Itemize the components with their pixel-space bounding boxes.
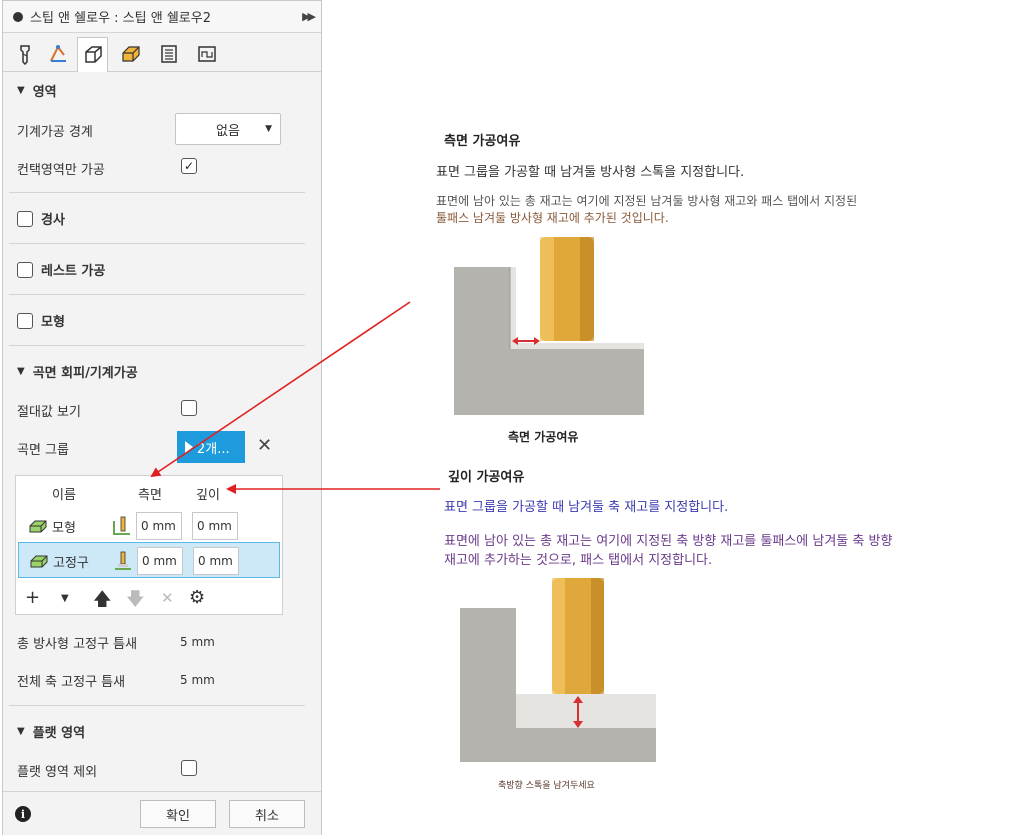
dialog-title: 스팁 앤 쉘로우 : 스팁 앤 쉘로우2 bbox=[30, 11, 211, 26]
radial-help-detail: 표면에 남아 있는 총 재고는 여기에 지정된 남겨둘 방사형 재고와 패스 탭… bbox=[436, 194, 858, 208]
fixture-surface-icon bbox=[30, 555, 48, 568]
geometry-icon bbox=[49, 44, 66, 62]
feeds-icon bbox=[197, 45, 216, 62]
exclude-flat-checkbox[interactable] bbox=[181, 760, 197, 776]
total-radial-clearance-value[interactable]: 5 mm bbox=[180, 635, 215, 649]
table-row[interactable]: 모형 0 mm 0 mm bbox=[18, 508, 280, 544]
add-dropdown-caret-icon[interactable]: ▼ bbox=[61, 593, 69, 604]
contact-only-label: 컨택영역만 가공 bbox=[17, 163, 105, 178]
axial-help-desc: 표면 그룹을 가공할 때 남겨둘 축 재고를 지정합니다. bbox=[444, 500, 729, 515]
cancel-button[interactable]: 취소 bbox=[229, 800, 305, 828]
avoid-surfaces-table: 이름 측면 깊이 모형 0 mm 0 mm 고정구 0 mm 0 mm bbox=[15, 475, 283, 615]
section-slope-header[interactable]: 경사 bbox=[17, 209, 65, 228]
tab-geometry[interactable] bbox=[43, 37, 74, 70]
contact-only-checkbox[interactable]: ✓ bbox=[181, 158, 197, 174]
machining-boundary-value: 없음 bbox=[216, 123, 240, 139]
row-settings-gear-icon[interactable]: ⚙ bbox=[189, 587, 205, 608]
surface-group-label: 곡면 그룹 bbox=[17, 443, 69, 458]
dropdown-caret-icon: ▼ bbox=[265, 124, 272, 134]
section-title: 경사 bbox=[41, 213, 65, 228]
move-down-button[interactable]: 🡇 bbox=[126, 587, 145, 617]
linking-icon bbox=[160, 44, 177, 63]
clear-selection-icon[interactable]: ✕ bbox=[257, 435, 272, 456]
section-avoid-header[interactable]: ▼ 곡면 회피/기계가공 bbox=[17, 362, 138, 381]
surface-group-select-button[interactable]: 2개... bbox=[177, 431, 245, 463]
section-title: 레스트 가공 bbox=[41, 264, 106, 279]
section-title: 모형 bbox=[41, 315, 65, 330]
radial-stock-input[interactable]: 0 mm bbox=[137, 547, 183, 575]
dialog-footer: i 확인 취소 bbox=[3, 791, 321, 835]
radial-stock-icon bbox=[113, 516, 130, 535]
divider bbox=[9, 345, 305, 346]
surface-group-count: 2개... bbox=[197, 441, 230, 457]
model-checkbox[interactable] bbox=[17, 312, 33, 329]
machining-dialog: 스팁 앤 쉘로우 : 스팁 앤 쉘로우2 ▶▶ ▼ 영역 기계가공 경계 없음 … bbox=[2, 0, 322, 835]
tab-heights[interactable] bbox=[77, 37, 108, 72]
axial-stock-figure bbox=[460, 578, 656, 762]
collapse-triangle-icon: ▼ bbox=[17, 726, 25, 737]
axial-stock-icon bbox=[115, 551, 131, 570]
radial-help-detail-cont: 툴패스 남겨둘 방사형 재고에 추가된 것입니다. bbox=[436, 211, 669, 225]
collapse-triangle-icon: ▼ bbox=[17, 366, 25, 377]
passes-icon bbox=[121, 45, 140, 62]
rest-machining-checkbox[interactable] bbox=[17, 261, 33, 278]
exclude-flat-label: 플랫 영역 제외 bbox=[17, 765, 98, 780]
machining-boundary-label: 기계가공 경계 bbox=[17, 125, 93, 140]
heights-icon bbox=[84, 46, 102, 63]
column-header-radial: 측면 bbox=[138, 488, 162, 503]
axial-stock-input[interactable]: 0 mm bbox=[193, 547, 239, 575]
radial-help-desc: 표면 그룹을 가공할 때 남겨둘 방사형 스톡을 지정합니다. bbox=[436, 165, 745, 180]
tab-feeds[interactable] bbox=[191, 37, 222, 70]
info-icon[interactable]: i bbox=[15, 806, 31, 822]
axial-help-title: 깊이 가공여유 bbox=[448, 470, 525, 485]
section-model-header[interactable]: 모형 bbox=[17, 311, 65, 330]
axial-figure-caption: 축방향 스톡을 남겨두세요 bbox=[498, 781, 595, 791]
radial-stock-figure bbox=[454, 237, 644, 415]
divider bbox=[9, 705, 305, 706]
move-up-button[interactable]: 🡅 bbox=[93, 587, 112, 617]
row-name: 고정구 bbox=[53, 556, 89, 571]
cursor-arrow-icon bbox=[185, 441, 193, 453]
radial-stock-input[interactable]: 0 mm bbox=[136, 512, 182, 540]
tab-linking[interactable] bbox=[153, 37, 184, 70]
axial-stock-input[interactable]: 0 mm bbox=[192, 512, 238, 540]
total-axial-clearance-label: 전체 축 고정구 틈새 bbox=[17, 675, 126, 690]
slope-checkbox[interactable] bbox=[17, 210, 33, 227]
tab-tool[interactable] bbox=[9, 37, 40, 70]
delete-row-button[interactable]: ✕ bbox=[161, 589, 174, 607]
checkmark-icon: ✓ bbox=[183, 159, 195, 173]
section-title: 곡면 회피/기계가공 bbox=[32, 366, 138, 381]
dialog-titlebar[interactable]: 스팁 앤 쉘로우 : 스팁 앤 쉘로우2 ▶▶ bbox=[3, 1, 321, 33]
section-flat-header[interactable]: ▼ 플랫 영역 bbox=[17, 722, 85, 741]
dialog-tabs bbox=[3, 34, 321, 72]
row-name: 모형 bbox=[52, 521, 76, 536]
total-axial-clearance-value[interactable]: 5 mm bbox=[180, 673, 215, 687]
add-row-button[interactable]: + bbox=[25, 587, 40, 608]
axial-help-detail-cont: 재고에 추가하는 것으로, 패스 탭에서 지정합니다. bbox=[444, 553, 713, 568]
divider bbox=[9, 243, 305, 244]
ok-button[interactable]: 확인 bbox=[140, 800, 216, 828]
axial-help-detail: 표면에 남아 있는 총 재고는 여기에 지정된 축 방향 재고를 툴패스에 남겨… bbox=[444, 534, 893, 549]
column-header-name: 이름 bbox=[52, 488, 76, 503]
radial-help-title: 측면 가공여유 bbox=[444, 134, 521, 149]
column-header-axial: 깊이 bbox=[196, 488, 220, 503]
collapse-triangle-icon: ▼ bbox=[17, 85, 25, 96]
show-absolute-checkbox[interactable] bbox=[181, 400, 197, 416]
section-rest-header[interactable]: 레스트 가공 bbox=[17, 260, 105, 279]
tab-passes[interactable] bbox=[115, 37, 146, 70]
divider bbox=[9, 192, 305, 193]
operation-status-icon bbox=[13, 11, 23, 22]
section-title: 플랫 영역 bbox=[32, 726, 86, 741]
radial-figure-caption: 측면 가공여유 bbox=[508, 430, 579, 444]
tool-icon bbox=[19, 44, 30, 65]
section-area-header[interactable]: ▼ 영역 bbox=[17, 81, 57, 100]
table-row[interactable]: 고정구 0 mm 0 mm bbox=[18, 542, 280, 578]
divider bbox=[9, 294, 305, 295]
total-radial-clearance-label: 총 방사형 고정구 틈새 bbox=[17, 637, 138, 652]
machining-boundary-select[interactable]: 없음 ▼ bbox=[175, 113, 281, 145]
show-absolute-label: 절대값 보기 bbox=[17, 405, 81, 420]
section-title: 영역 bbox=[32, 85, 57, 100]
model-surface-icon bbox=[29, 520, 47, 533]
expand-panel-icon[interactable]: ▶▶ bbox=[302, 10, 316, 23]
